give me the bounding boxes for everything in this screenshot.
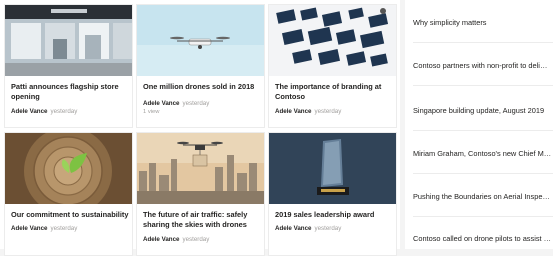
news-list-item[interactable]: Miriam Graham, Contoso's new Chief Ma… [413,149,553,158]
author-name: Adele Vance [11,225,48,232]
view-count: 1 view [143,109,160,115]
news-card[interactable]: Our commitment to sustainability Adele V… [4,132,133,256]
news-meta: Adele Vance yesterday [275,108,341,115]
timestamp: yesterday [314,108,342,115]
storefront-image [5,5,132,76]
timestamp: yesterday [182,100,210,107]
author-name: Adele Vance [275,225,312,232]
author-name: Adele Vance [143,100,180,107]
divider [413,130,553,131]
news-meta: Adele Vance yesterday [11,225,77,232]
timestamp: yesterday [314,225,342,232]
news-card[interactable]: The importance of branding at Contoso Ad… [268,4,397,128]
news-title: The importance of branding at Contoso [275,82,382,101]
divider [413,173,553,174]
branding-image [269,5,396,76]
timestamp: yesterday [50,108,78,115]
news-title: Our commitment to sustainability [11,210,129,219]
drone-image [137,5,264,76]
news-list-item[interactable]: Contoso called on drone pilots to assist… [413,234,553,243]
news-title: Patti announces flagship store opening [11,82,119,101]
author-name: Adele Vance [275,108,312,115]
news-meta: Adele Vance yesterday [143,100,209,107]
news-card[interactable]: The future of air traffic: safely sharin… [136,132,265,256]
drone-city-image [137,133,264,204]
divider [413,85,553,86]
news-title: One million drones sold in 2018 [143,82,255,91]
news-card[interactable]: Patti announces flagship store opening A… [4,4,133,128]
award-image [269,133,396,204]
author-name: Adele Vance [143,236,180,243]
news-meta: Adele Vance yesterday [275,225,341,232]
news-list-item[interactable]: Pushing the Boundaries on Aerial Inspec… [413,192,553,201]
divider [413,42,553,43]
author-name: Adele Vance [11,108,48,115]
news-meta: Adele Vance yesterday [143,236,209,243]
news-card[interactable]: One million drones sold in 2018 Adele Va… [136,4,265,128]
news-list-sidebar: Why simplicity matters Contoso partners … [405,0,553,249]
news-list-item[interactable]: Singapore building update, August 2019 [413,106,553,115]
news-meta: Adele Vance yesterday [11,108,77,115]
timestamp: yesterday [50,225,78,232]
news-title: The future of air traffic: safely sharin… [143,210,248,229]
news-list-item[interactable]: Contoso partners with non-profit to deli… [413,61,553,70]
seedling-image [5,133,132,204]
divider [413,216,553,217]
news-list-item[interactable]: Why simplicity matters [413,18,553,27]
timestamp: yesterday [182,236,210,243]
news-card[interactable]: 2019 sales leadership award Adele Vance y… [268,132,397,256]
news-title: 2019 sales leadership award [275,210,375,219]
news-grid: Patti announces flagship store opening A… [0,0,400,256]
